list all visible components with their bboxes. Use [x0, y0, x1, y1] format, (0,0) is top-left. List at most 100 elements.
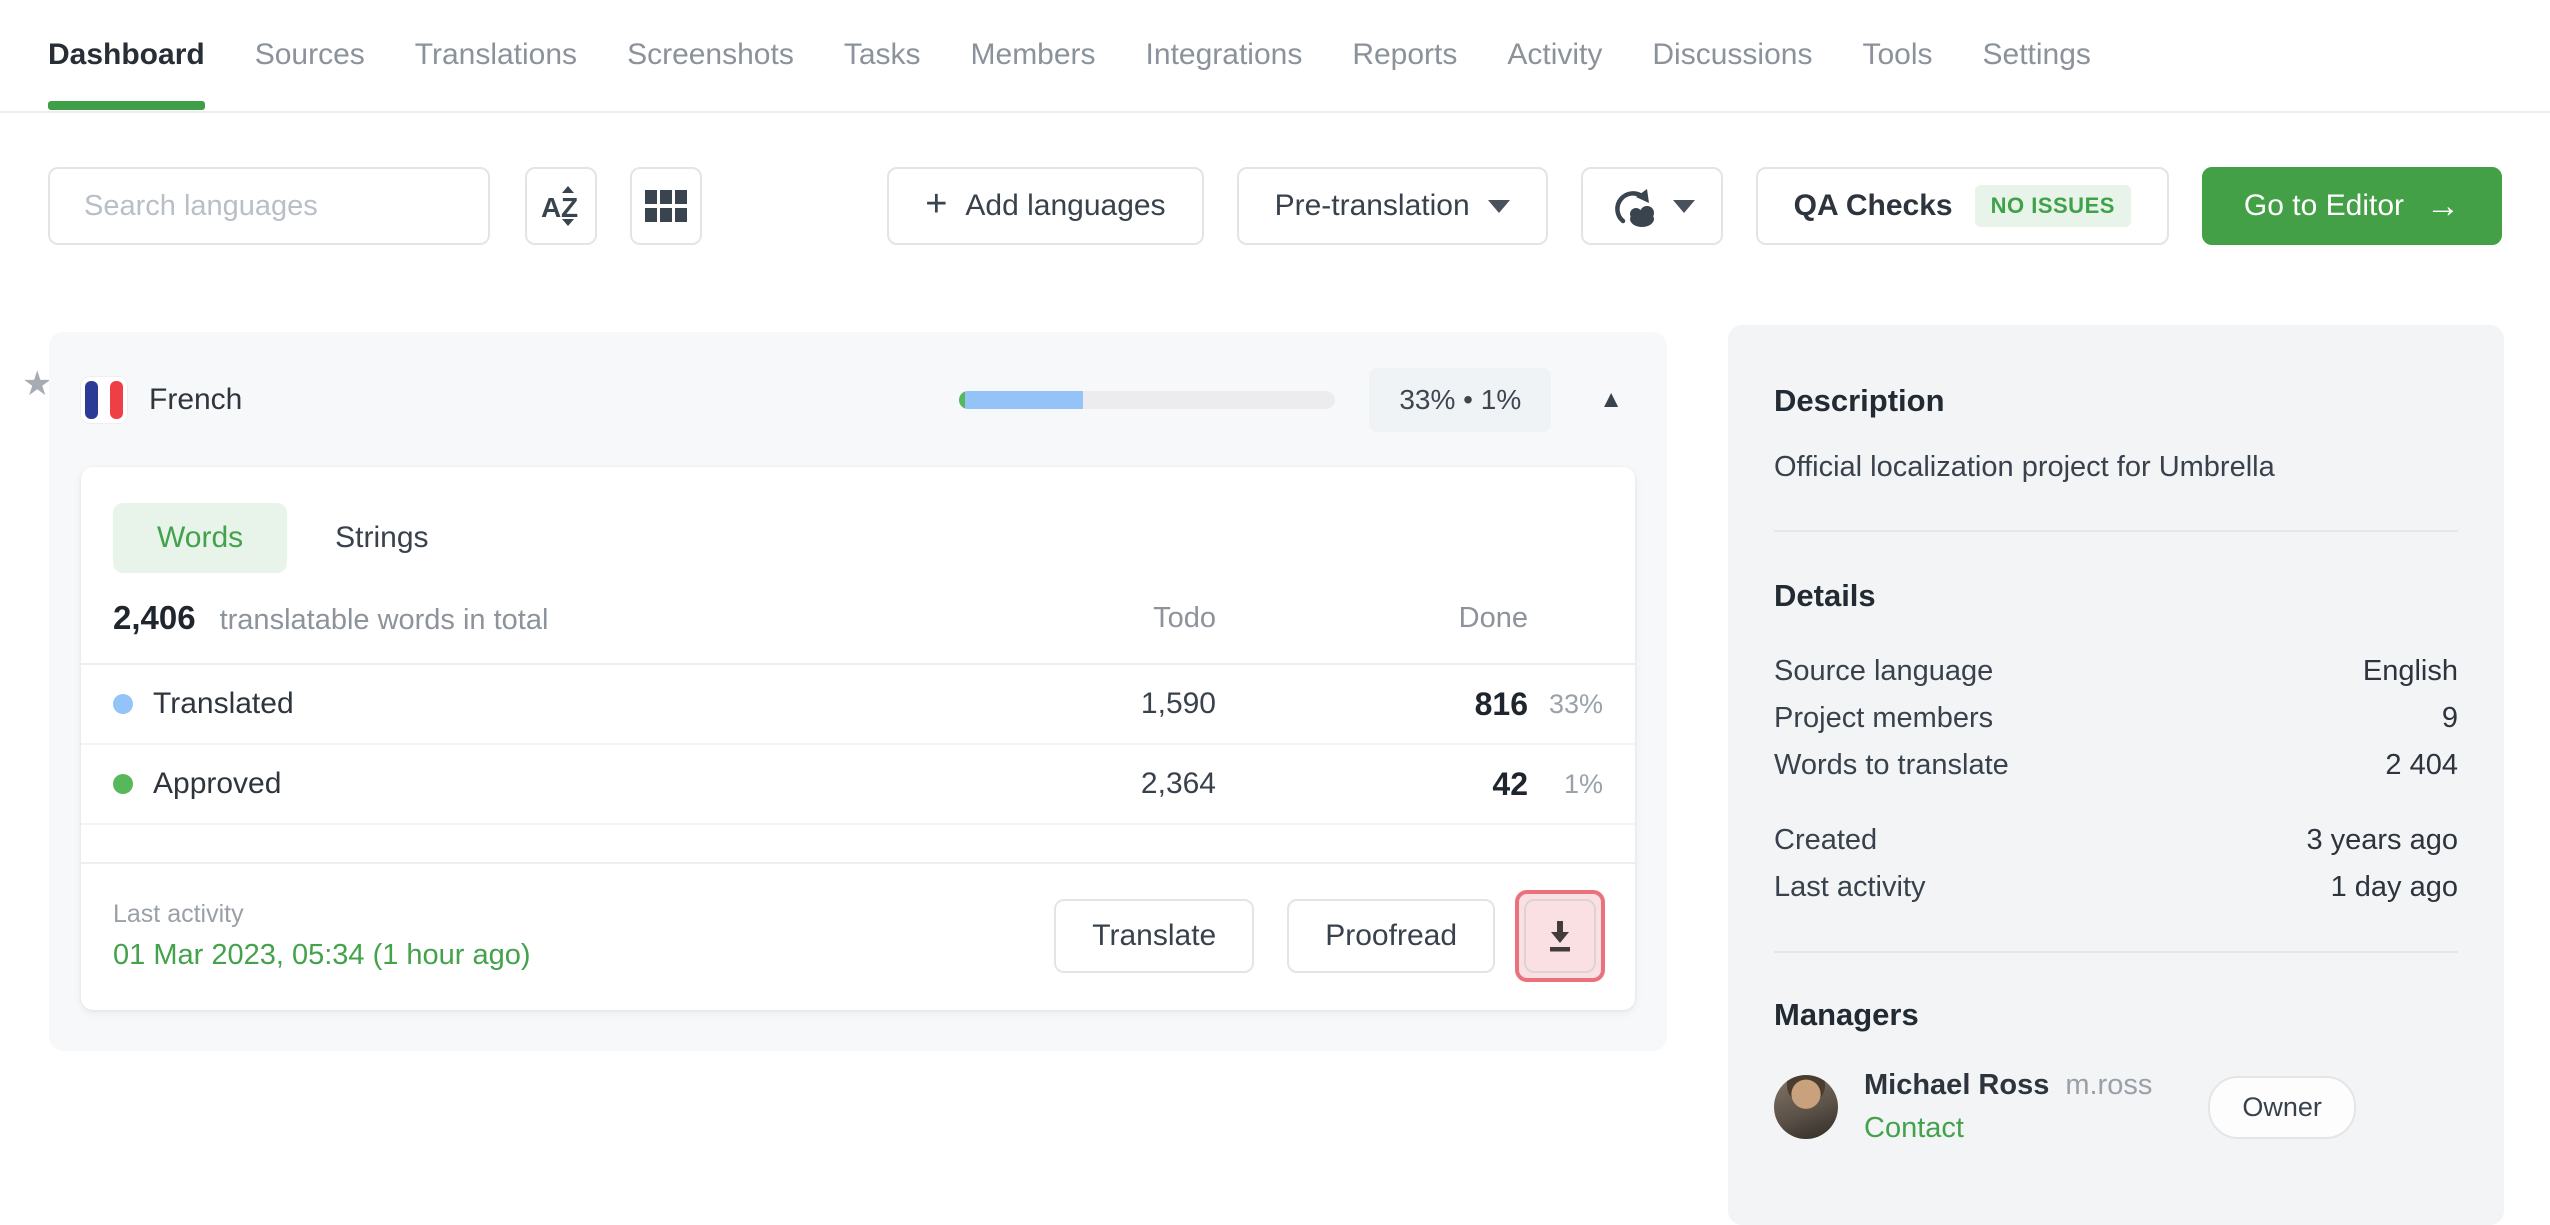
- approved-dot-icon: [113, 774, 133, 794]
- detail-value: English: [2362, 655, 2458, 687]
- detail-label: Source language: [1774, 655, 1994, 687]
- divider: [1774, 530, 2458, 532]
- stats-tabs: Words Strings: [81, 467, 1635, 599]
- cloud-sync-icon: [1614, 189, 1654, 227]
- search-languages-input[interactable]: [48, 167, 490, 245]
- collapse-arrow-icon[interactable]: ▲: [1599, 386, 1623, 414]
- description-text: Official localization project for Umbrel…: [1774, 451, 2275, 483]
- tab-members[interactable]: Members: [971, 38, 1096, 110]
- total-words-value: 2,406: [113, 599, 196, 636]
- detail-value: 2 404: [2385, 749, 2458, 781]
- chevron-down-icon: [1672, 199, 1695, 213]
- qa-checks-label: QA Checks: [1793, 189, 1953, 222]
- translated-label: Translated: [153, 687, 294, 720]
- tab-settings[interactable]: Settings: [1983, 38, 2091, 110]
- pre-translation-button[interactable]: Pre-translation: [1236, 167, 1548, 245]
- svg-text:Z: Z: [561, 192, 578, 223]
- sort-alphabetical-button[interactable]: A Z: [525, 167, 597, 245]
- tab-reports[interactable]: Reports: [1352, 38, 1457, 110]
- approved-label: Approved: [153, 767, 282, 800]
- owner-role-badge: Owner: [2208, 1075, 2356, 1139]
- detail-value: 9: [2441, 702, 2458, 734]
- manager-info: Michael Ross m.ross Contact: [1864, 1069, 2152, 1145]
- tab-words[interactable]: Words: [113, 503, 288, 573]
- nav-items: Dashboard Sources Translations Screensho…: [48, 38, 2091, 110]
- language-name: French: [149, 382, 243, 416]
- language-stats-card: Words Strings 2,406 translatable words i…: [81, 467, 1635, 1010]
- approved-percent: 1%: [1563, 768, 1603, 799]
- go-to-editor-button[interactable]: Go to Editor →: [2201, 167, 2502, 245]
- project-tab-bar: Dashboard Sources Translations Screensho…: [0, 0, 2550, 113]
- stat-row-approved: Approved 2,364 42 1%: [81, 745, 1635, 825]
- details-rows: Source language English Project members …: [1774, 648, 2458, 911]
- tab-activity[interactable]: Activity: [1507, 38, 1602, 110]
- detail-label: Project members: [1774, 702, 1994, 734]
- pre-translation-label: Pre-translation: [1274, 189, 1470, 222]
- detail-label: Words to translate: [1774, 749, 2009, 781]
- tab-discussions[interactable]: Discussions: [1652, 38, 1812, 110]
- detail-row-words-to-translate: Words to translate 2 404: [1774, 742, 2458, 789]
- project-info-panel: Description Official localization projec…: [1728, 325, 2504, 1225]
- go-to-editor-label: Go to Editor: [2243, 189, 2404, 222]
- detail-row-source-language: Source language English: [1774, 648, 2458, 695]
- last-activity-link[interactable]: 01 Mar 2023, 05:34 (1 hour ago): [113, 939, 531, 972]
- favorite-star-icon[interactable]: ★: [22, 364, 52, 404]
- tab-strings[interactable]: Strings: [335, 521, 428, 555]
- tab-tasks[interactable]: Tasks: [844, 38, 921, 110]
- translated-dot-icon: [113, 694, 133, 714]
- manager-name[interactable]: Michael Ross: [1864, 1069, 2049, 1102]
- manager-username: m.ross: [2065, 1069, 2153, 1101]
- contact-link[interactable]: Contact: [1864, 1112, 2152, 1145]
- column-header-todo: Todo: [1153, 601, 1216, 634]
- last-activity-label: Last activity: [113, 900, 244, 928]
- grid-view-button[interactable]: [630, 167, 702, 245]
- annotation-highlight-box: [1515, 890, 1605, 982]
- detail-row-created: Created 3 years ago: [1774, 817, 2458, 864]
- language-card-header[interactable]: French 33% • 1% ▲: [49, 332, 1667, 467]
- tab-translations[interactable]: Translations: [415, 38, 577, 110]
- detail-row-project-members: Project members 9: [1774, 695, 2458, 742]
- detail-label: Last activity: [1774, 871, 1926, 903]
- details-title: Details: [1774, 578, 1876, 613]
- detail-label: Created: [1774, 824, 1878, 856]
- tab-tools[interactable]: Tools: [1862, 38, 1932, 110]
- plus-icon: +: [925, 183, 948, 225]
- language-card-footer: Last activity 01 Mar 2023, 05:34 (1 hour…: [81, 862, 1635, 1010]
- approved-done-value: 42: [1492, 765, 1528, 802]
- svg-text:A: A: [541, 192, 561, 223]
- progress-translated-segment: [964, 390, 1084, 409]
- total-words-label: translatable words in total: [219, 604, 549, 636]
- tab-screenshots[interactable]: Screenshots: [627, 38, 794, 110]
- stat-row-translated: Translated 1,590 816 33%: [81, 665, 1635, 745]
- translated-done-value: 816: [1474, 685, 1528, 722]
- chevron-down-icon: [1487, 199, 1510, 213]
- arrow-right-icon: →: [2426, 187, 2460, 225]
- description-title: Description: [1774, 383, 1945, 418]
- totals-row: 2,406 translatable words in total Todo D…: [81, 599, 1635, 663]
- french-flag-icon: [81, 376, 127, 423]
- tab-integrations[interactable]: Integrations: [1146, 38, 1303, 110]
- detail-value: 1 day ago: [2330, 871, 2458, 903]
- qa-status-badge: NO ISSUES: [1974, 185, 2131, 227]
- translation-progress-bar: [959, 390, 1336, 409]
- translated-todo-value: 1,590: [1140, 687, 1216, 720]
- translate-button[interactable]: Translate: [1054, 899, 1255, 973]
- translated-percent: 33%: [1548, 688, 1603, 719]
- proofread-button[interactable]: Proofread: [1287, 899, 1495, 973]
- machine-translation-sync-button[interactable]: [1580, 167, 1723, 245]
- add-languages-button[interactable]: + Add languages: [887, 167, 1204, 245]
- avatar[interactable]: [1774, 1075, 1838, 1139]
- detail-value: 3 years ago: [2306, 824, 2458, 856]
- tab-dashboard[interactable]: Dashboard: [48, 38, 205, 110]
- manager-row: Michael Ross m.ross Contact Owner: [1774, 1069, 2458, 1145]
- approved-todo-value: 2,364: [1140, 767, 1216, 800]
- dashboard-toolbar: A Z + Add languages Pre-translation: [48, 166, 2502, 246]
- managers-title: Managers: [1774, 997, 1919, 1032]
- divider: [1774, 951, 2458, 953]
- qa-checks-button[interactable]: QA Checks NO ISSUES: [1755, 167, 2169, 245]
- tab-sources[interactable]: Sources: [255, 38, 365, 110]
- detail-row-last-activity: Last activity 1 day ago: [1774, 864, 2458, 911]
- download-button[interactable]: [1524, 899, 1596, 973]
- language-card-french: French 33% • 1% ▲ Words Strings 2,406 tr…: [49, 332, 1667, 1051]
- download-icon: [1550, 921, 1570, 952]
